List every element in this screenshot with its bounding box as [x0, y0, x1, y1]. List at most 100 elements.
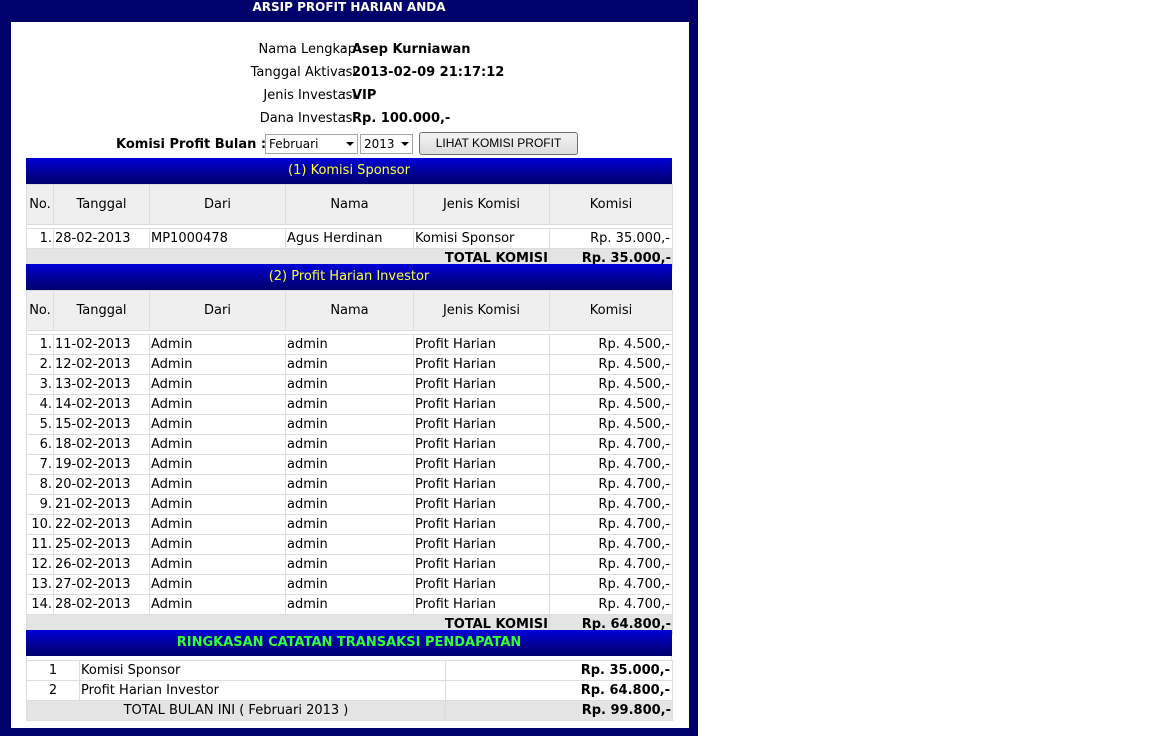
table-row: 4. 14-02-2013 Admin admin Profit Harian Rp. 4…: [26, 394, 673, 415]
table-cell: Rp. 4.700,-: [549, 474, 673, 495]
year-select-value: 2013: [364, 137, 395, 151]
table-cell: Profit Harian: [413, 414, 550, 435]
table-cell: 26-02-2013: [53, 554, 150, 575]
table-cell: Admin: [149, 334, 286, 355]
table-cell: admin: [285, 594, 414, 615]
table-cell: 12.: [26, 554, 54, 575]
table-cell: 13.: [26, 574, 54, 595]
info-value: VIP: [352, 88, 377, 103]
table-cell: admin: [285, 434, 414, 455]
table-cell: Admin: [149, 414, 286, 435]
year-select[interactable]: 2013: [360, 134, 413, 154]
sponsor-section: (1) Komisi Sponsor No. Tanggal Dari Nama…: [26, 158, 673, 269]
table-cell: Profit Harian: [413, 574, 550, 595]
table-cell: 14-02-2013: [53, 394, 150, 415]
table-cell: Komisi Sponsor: [79, 660, 446, 681]
table-cell: 4.: [26, 394, 54, 415]
view-commission-button[interactable]: LIHAT KOMISI PROFIT: [419, 132, 578, 155]
table-cell: admin: [285, 554, 414, 575]
table-cell: 6.: [26, 434, 54, 455]
table-cell: Admin: [149, 434, 286, 455]
table-cell: Rp. 4.700,-: [549, 434, 673, 455]
table-cell: 11.: [26, 534, 54, 555]
table-cell: 3.: [26, 374, 54, 395]
table-row: 2. 12-02-2013 Admin admin Profit Harian Rp. 4…: [26, 354, 673, 375]
table-cell: 21-02-2013: [53, 494, 150, 515]
table-row: 10. 22-02-2013 Admin admin Profit Harian Rp. …: [26, 514, 673, 535]
table-cell: admin: [285, 334, 414, 355]
table-cell: Admin: [149, 554, 286, 575]
table-cell: Profit Harian: [413, 494, 550, 515]
investor-section: (2) Profit Harian Investor No. Tanggal D…: [26, 264, 673, 635]
sponsor-table: No. Tanggal Dari Nama Jenis Komisi Komis…: [26, 184, 673, 269]
summary-section-title: RINGKASAN CATATAN TRANSAKSI PENDAPATAN: [26, 630, 672, 656]
col-header: Komisi: [549, 290, 673, 331]
table-cell: admin: [285, 514, 414, 535]
table-cell: Rp. 35.000,-: [549, 228, 673, 249]
table-cell: Rp. 4.700,-: [549, 594, 673, 615]
table-row: 6. 18-02-2013 Admin admin Profit Harian Rp. 4…: [26, 434, 673, 455]
col-header: Jenis Komisi: [413, 290, 550, 331]
table-cell: Admin: [149, 374, 286, 395]
info-row-tanggal: Tanggal Aktivasi : 2013-02-09 21:17:12: [11, 61, 689, 84]
table-cell: admin: [285, 354, 414, 375]
table-cell: Rp. 4.700,-: [549, 514, 673, 535]
table-cell: 22-02-2013: [53, 514, 150, 535]
table-cell: 13-02-2013: [53, 374, 150, 395]
table-cell: Rp. 4.700,-: [549, 494, 673, 515]
table-cell: Profit Harian: [413, 534, 550, 555]
info-value: Rp. 100.000,-: [352, 111, 451, 126]
total-row: TOTAL BULAN INI ( Februari 2013 ) Rp. 99…: [26, 700, 673, 721]
table-cell: Rp. 4.500,-: [549, 394, 673, 415]
table-cell: Profit Harian: [413, 594, 550, 615]
table-cell: 1: [26, 660, 80, 681]
month-select[interactable]: Februari: [265, 134, 358, 154]
col-header: Nama: [285, 184, 414, 225]
table-cell: Admin: [149, 514, 286, 535]
table-cell: Profit Harian: [413, 554, 550, 575]
table-cell: Rp. 4.500,-: [549, 414, 673, 435]
info-row-jenis: Jenis Investasi : VIP: [11, 84, 689, 107]
sponsor-section-title: (1) Komisi Sponsor: [26, 158, 672, 184]
table-row: 8. 20-02-2013 Admin admin Profit Harian Rp. 4…: [26, 474, 673, 495]
table-cell: Komisi Sponsor: [413, 228, 550, 249]
table-row: 14. 28-02-2013 Admin admin Profit Harian Rp. …: [26, 594, 673, 615]
info-value: Asep Kurniawan: [352, 42, 471, 57]
table-cell: 14.: [26, 594, 54, 615]
table-cell: Agus Herdinan: [285, 228, 414, 249]
table-cell: Rp. 4.500,-: [549, 374, 673, 395]
table-cell: Admin: [149, 574, 286, 595]
table-cell: 27-02-2013: [53, 574, 150, 595]
table-header: No. Tanggal Dari Nama Jenis Komisi Komis…: [26, 184, 673, 225]
filter-label: Komisi Profit Bulan :: [116, 137, 267, 152]
table-cell: Profit Harian: [413, 434, 550, 455]
chevron-down-icon: [346, 142, 354, 146]
table-cell: admin: [285, 534, 414, 555]
table-cell: 20-02-2013: [53, 474, 150, 495]
table-cell: 8.: [26, 474, 54, 495]
table-cell: Admin: [149, 394, 286, 415]
table-cell: Rp. 4.700,-: [549, 534, 673, 555]
table-cell: MP1000478: [149, 228, 286, 249]
col-header: Jenis Komisi: [413, 184, 550, 225]
table-row: 7. 19-02-2013 Admin admin Profit Harian Rp. 4…: [26, 454, 673, 475]
table-cell: Admin: [149, 534, 286, 555]
summary-table: 1 Komisi Sponsor Rp. 35.000,- 2 Profit Haria…: [26, 660, 673, 721]
table-cell: Admin: [149, 454, 286, 475]
investor-section-title: (2) Profit Harian Investor: [26, 264, 672, 290]
table-cell: Rp. 4.700,-: [549, 574, 673, 595]
table-row: 1. 28-02-2013 MP1000478 Agus Herdinan Komisi…: [26, 228, 673, 249]
table-cell: Admin: [149, 474, 286, 495]
col-header: Dari: [149, 184, 286, 225]
table-cell: 10.: [26, 514, 54, 535]
col-header: Komisi: [549, 184, 673, 225]
table-cell: Rp. 64.800,-: [445, 680, 673, 701]
col-header: Nama: [285, 290, 414, 331]
table-cell: 1.: [26, 334, 54, 355]
table-cell: admin: [285, 474, 414, 495]
table-row: 3. 13-02-2013 Admin admin Profit Harian Rp. 4…: [26, 374, 673, 395]
table-cell: 28-02-2013: [53, 228, 150, 249]
summary-row: 1 Komisi Sponsor Rp. 35.000,-: [26, 660, 673, 681]
table-cell: Rp. 4.500,-: [549, 334, 673, 355]
table-header: No. Tanggal Dari Nama Jenis Komisi Komis…: [26, 290, 673, 331]
